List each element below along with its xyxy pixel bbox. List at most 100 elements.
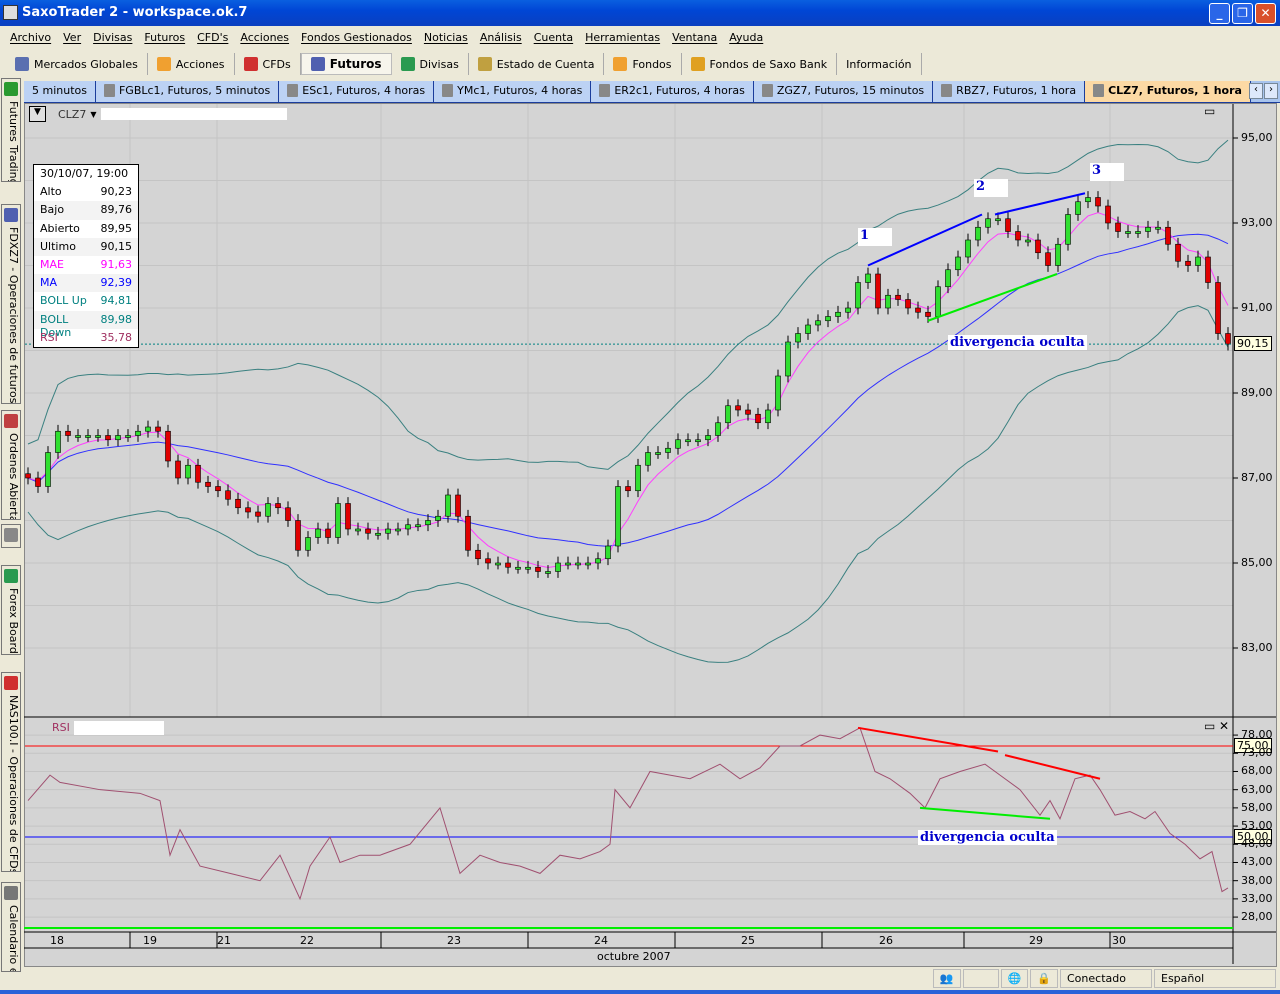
candle [95,435,101,438]
close-rsi-pane-icon[interactable]: ✕ [1219,719,1229,733]
candle [1205,256,1211,283]
candle [165,430,171,462]
candle [215,486,221,492]
maximize-rsi-pane-icon[interactable]: ▭ [1204,719,1215,733]
info-value: 94,81 [100,294,133,308]
info-label: Alto [40,185,62,199]
candle [185,464,191,479]
time-tick-label: 22 [300,934,314,947]
divergence-label-price: divergencia oculta [948,335,1087,350]
candle [85,435,91,438]
rsi-tick-label: 38,00 [1241,873,1273,887]
candle [715,422,721,436]
connection-status: Conectado [1060,969,1152,988]
rsi-trendline [857,726,999,753]
info-row: Abierto 89,95 [34,220,138,238]
price-tick-label: 83,00 [1241,641,1273,654]
candle [275,503,281,509]
info-row: Bajo 89,76 [34,201,138,220]
wave-label-2: 2 [974,179,1008,197]
candle [975,226,981,241]
rsi-tick-label: 58,00 [1241,800,1273,814]
info-label: Abierto [40,221,80,235]
candle [735,405,741,411]
rsi-tick-label: 68,00 [1241,764,1273,778]
info-row: RSI 35,78 [34,329,138,347]
rsi-tick-label: 73,00 [1241,746,1273,760]
candle [55,430,61,453]
status-empty [962,969,999,988]
info-label: RSI [40,330,58,344]
price-trendline [994,192,1086,216]
candle [435,515,441,521]
time-tick-label: 26 [879,934,893,947]
info-row: BOLL Up 94,81 [34,292,138,310]
candle [285,507,291,521]
candle [195,464,201,483]
candle [865,273,871,283]
lock-icon: 🔒 [1030,969,1058,988]
info-datetime: 30/10/07, 19:00 [40,167,129,180]
time-tick-label: 21 [217,934,231,947]
time-tick-label: 23 [447,934,461,947]
wave-label-1: 1 [858,228,892,246]
candle [345,503,351,530]
chart-canvas[interactable] [0,0,1280,994]
candle [575,562,581,566]
info-row: BOLL Down 89,98 [34,310,138,339]
candle [645,452,651,466]
candle [1025,239,1031,243]
candle [255,511,261,517]
candle [785,341,791,377]
rsi-title: RSI [52,721,70,734]
candle [1125,231,1131,234]
info-label: Bajo [40,203,65,217]
candle [565,562,571,566]
candle [1105,205,1111,224]
rsi-tick-label: 43,00 [1241,855,1273,869]
candle [905,299,911,309]
chat-icon[interactable]: 👥 [932,969,961,988]
candle [805,324,811,334]
candle [615,486,621,547]
candle [1195,256,1201,266]
rsi-trendline [1004,754,1101,780]
info-value: 90,23 [100,185,133,199]
candle [915,307,921,313]
symbol-dropdown[interactable]: ▼ [90,110,96,119]
rsi-tick-label: 78,00 [1241,728,1273,742]
maximize-pane-icon[interactable]: ▭ [1204,104,1215,118]
symbol-input[interactable] [100,108,287,120]
info-row: MAE 91,63 [34,256,138,274]
info-label: MAE [40,257,64,271]
status-bar: 👥 🌐 🔒 Conectado Español [0,969,1280,990]
info-label: Ultimo [40,239,76,253]
divergence-label-rsi: divergencia oculta [918,830,1057,845]
rsi-tick-label: 53,00 [1241,819,1273,833]
candle [625,486,631,492]
candle [35,477,41,487]
time-tick-label: 18 [50,934,64,947]
wave-label-3: 3 [1090,163,1124,181]
candle [515,566,521,570]
candle [935,286,941,317]
candle [205,481,211,487]
symbol-label: CLZ7 [58,107,87,121]
candle [895,294,901,300]
time-tick-label: 25 [741,934,755,947]
candle [125,435,131,438]
candle [675,439,681,449]
candle [175,460,181,479]
candle [115,435,121,441]
chart-menu-dropdown[interactable]: ▼ [29,106,46,122]
candle [775,375,781,411]
candle [365,528,371,534]
candle [145,426,151,432]
symbol-bar: ▼ CLZ7 ▼ [29,106,287,122]
candle [105,435,111,441]
time-tick-label: 19 [143,934,157,947]
candle [305,537,311,551]
candle [455,494,461,517]
candle [845,307,851,313]
candle [135,430,141,436]
